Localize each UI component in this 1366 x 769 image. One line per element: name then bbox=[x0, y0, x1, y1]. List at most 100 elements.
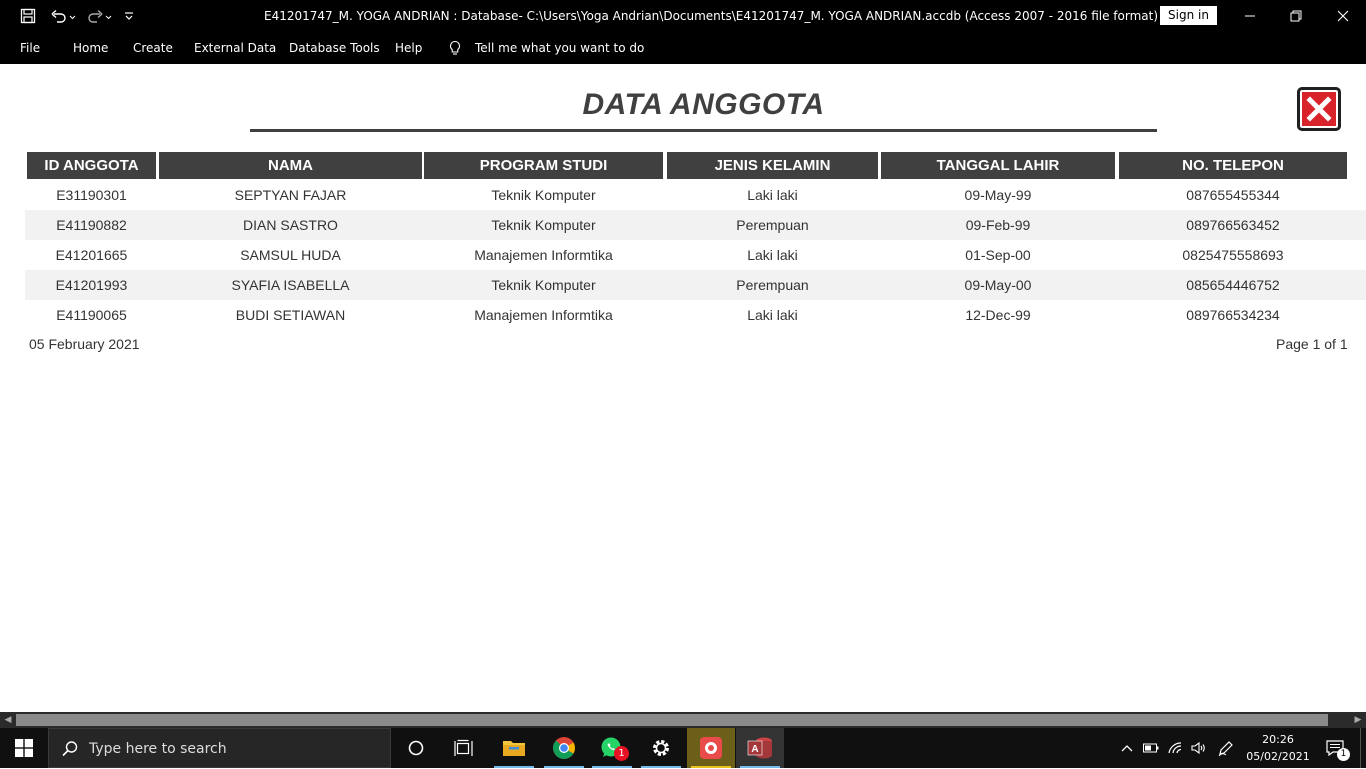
cell-tanggal-lahir: 09-May-99 bbox=[964, 187, 1032, 203]
close-icon bbox=[1337, 10, 1349, 22]
action-center-button[interactable]: 1 bbox=[1320, 728, 1350, 768]
cell-id: E41201993 bbox=[55, 277, 128, 293]
cell-nama: BUDI SETIAWAN bbox=[235, 307, 346, 323]
cell-no-telepon: 0825475558693 bbox=[1182, 247, 1284, 263]
sign-in-button[interactable]: Sign in bbox=[1160, 6, 1217, 25]
search-icon bbox=[62, 741, 78, 757]
tell-me-label: Tell me what you want to do bbox=[475, 41, 645, 55]
cell-program-studi: Manajemen Informtika bbox=[474, 247, 613, 263]
scroll-left-icon[interactable]: ◀ bbox=[0, 712, 16, 728]
cortana-icon bbox=[408, 740, 424, 756]
save-icon bbox=[20, 8, 36, 24]
cell-id: E41190882 bbox=[56, 217, 127, 233]
title-underline bbox=[250, 129, 1157, 132]
cell-id: E31190301 bbox=[56, 187, 127, 203]
close-window-button[interactable] bbox=[1320, 0, 1366, 32]
pen-button[interactable] bbox=[1214, 728, 1238, 768]
table-row: E41201665 SAMSUL HUDA Manajemen Informti… bbox=[25, 240, 1366, 270]
windows-logo-icon bbox=[15, 739, 33, 757]
tab-create[interactable]: Create bbox=[133, 32, 173, 64]
title-bar: E41201747_M. YOGA ANDRIAN : Database- C:… bbox=[0, 0, 1366, 32]
task-view-icon bbox=[454, 739, 473, 756]
report-view: DATA ANGGOTA ID ANGGOTA NAMA PROGRAM STU… bbox=[0, 64, 1366, 712]
whatsapp-button[interactable]: 1 bbox=[588, 728, 636, 768]
chrome-icon bbox=[553, 737, 575, 759]
cell-id: E41190065 bbox=[56, 307, 127, 323]
battery-icon bbox=[1143, 743, 1159, 753]
access-icon: A bbox=[747, 737, 772, 759]
page-number: Page 1 of 1 bbox=[1276, 336, 1348, 352]
lightbulb-icon bbox=[450, 40, 460, 55]
window-title: E41201747_M. YOGA ANDRIAN : Database- C:… bbox=[264, 9, 1212, 23]
clock-time: 20:26 bbox=[1262, 733, 1294, 746]
chrome-button[interactable] bbox=[540, 728, 588, 768]
show-hidden-icons-button[interactable] bbox=[1116, 728, 1138, 768]
cell-jenis-kelamin: Perempuan bbox=[736, 217, 809, 233]
report-date: 05 February 2021 bbox=[29, 336, 140, 352]
restore-icon bbox=[1290, 10, 1302, 22]
tab-database-tools[interactable]: Database Tools bbox=[289, 32, 380, 64]
cell-tanggal-lahir: 09-Feb-99 bbox=[965, 217, 1031, 233]
show-desktop-button[interactable] bbox=[1360, 728, 1366, 768]
table-row: E31190301 SEPTYAN FAJAR Teknik Komputer … bbox=[25, 180, 1366, 210]
customize-qat-button[interactable] bbox=[123, 0, 135, 32]
tab-home[interactable]: Home bbox=[73, 32, 108, 64]
close-report-button[interactable] bbox=[1297, 87, 1341, 131]
clock[interactable]: 20:26 05/02/2021 bbox=[1244, 731, 1312, 765]
table-row: E41201993 SYAFIA ISABELLA Teknik Kompute… bbox=[25, 270, 1366, 300]
svg-text:A: A bbox=[751, 744, 758, 755]
cell-nama: SAMSUL HUDA bbox=[240, 247, 341, 263]
settings-button[interactable] bbox=[637, 728, 685, 768]
column-header-nama: NAMA bbox=[159, 152, 422, 179]
app-button[interactable] bbox=[687, 728, 735, 768]
report-title: DATA ANGGOTA bbox=[582, 88, 825, 121]
undo-icon bbox=[51, 9, 76, 23]
cell-nama: SEPTYAN FAJAR bbox=[234, 187, 347, 203]
ribbon-tabs: File Home Create External Data Database … bbox=[0, 32, 1366, 64]
start-button[interactable] bbox=[0, 728, 48, 768]
table-row: E41190065 BUDI SETIAWAN Manajemen Inform… bbox=[25, 300, 1366, 330]
cell-jenis-kelamin: Laki laki bbox=[747, 247, 798, 263]
tab-file[interactable]: File bbox=[20, 32, 40, 64]
notification-count-badge: 1 bbox=[1337, 748, 1350, 761]
clock-date: 05/02/2021 bbox=[1246, 750, 1310, 763]
table-row: E41190882 DIAN SASTRO Teknik Komputer Pe… bbox=[25, 210, 1366, 240]
cell-nama: DIAN SASTRO bbox=[243, 217, 338, 233]
task-view-button[interactable] bbox=[440, 728, 488, 768]
column-header-tanggal-lahir: TANGGAL LAHIR bbox=[881, 152, 1115, 179]
cell-nama: SYAFIA ISABELLA bbox=[231, 277, 350, 293]
notification-badge: 1 bbox=[614, 746, 629, 761]
wifi-icon bbox=[1168, 742, 1182, 754]
close-x-icon bbox=[1306, 96, 1332, 122]
undo-button[interactable] bbox=[50, 0, 76, 32]
search-placeholder: Type here to search bbox=[89, 741, 227, 757]
cortana-button[interactable] bbox=[392, 728, 440, 768]
cell-program-studi: Teknik Komputer bbox=[491, 217, 596, 233]
column-header-program-studi: PROGRAM STUDI bbox=[424, 152, 663, 179]
tab-help[interactable]: Help bbox=[395, 32, 422, 64]
tell-me-search[interactable]: Tell me what you want to do bbox=[448, 32, 644, 64]
volume-button[interactable] bbox=[1188, 728, 1210, 768]
app-icon bbox=[700, 737, 722, 759]
tab-external-data[interactable]: External Data bbox=[194, 32, 276, 64]
cell-no-telepon: 087655455344 bbox=[1186, 187, 1280, 203]
taskbar-search-box[interactable]: Type here to search bbox=[48, 728, 391, 768]
cell-no-telepon: 085654446752 bbox=[1186, 277, 1280, 293]
customize-icon bbox=[125, 12, 133, 20]
battery-button[interactable] bbox=[1140, 728, 1162, 768]
save-button[interactable] bbox=[20, 0, 36, 32]
wifi-button[interactable] bbox=[1164, 728, 1186, 768]
cell-jenis-kelamin: Laki laki bbox=[747, 307, 798, 323]
cell-program-studi: Teknik Komputer bbox=[491, 187, 596, 203]
pen-icon bbox=[1218, 741, 1233, 757]
file-explorer-button[interactable] bbox=[490, 728, 538, 768]
access-button[interactable]: A bbox=[736, 728, 784, 768]
cell-no-telepon: 089766563452 bbox=[1186, 217, 1280, 233]
restore-button[interactable] bbox=[1273, 0, 1319, 32]
horizontal-scrollbar[interactable]: ◀ ▶ bbox=[0, 712, 1366, 728]
speaker-icon bbox=[1191, 741, 1205, 755]
redo-button[interactable] bbox=[86, 0, 112, 32]
scroll-right-icon[interactable]: ▶ bbox=[1350, 712, 1366, 728]
scrollbar-thumb[interactable] bbox=[16, 714, 1328, 726]
minimize-button[interactable] bbox=[1227, 0, 1273, 32]
